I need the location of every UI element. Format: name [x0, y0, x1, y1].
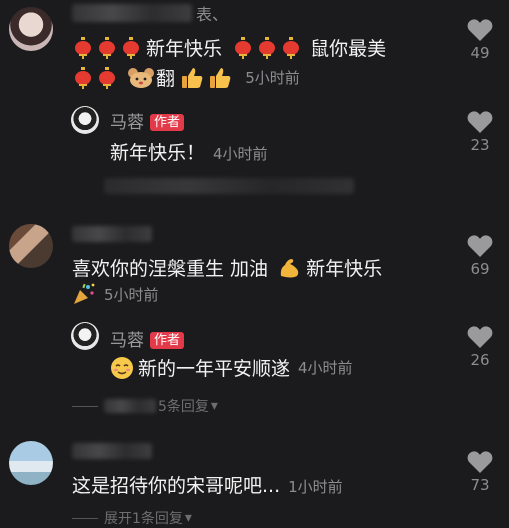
commenter-avatar[interactable]: [9, 7, 53, 51]
comment-text: 喜欢你的涅槃重生 加油 新年快乐: [72, 254, 382, 281]
flexed-biceps-emoji: [280, 258, 299, 277]
chevron-down-icon: ▾: [210, 398, 218, 414]
reply-text: 新年快乐！: [110, 142, 206, 164]
red-lantern-emoji: [75, 36, 91, 59]
comment-time: 1小时前: [288, 478, 343, 496]
comment-time: 5小时前: [245, 69, 300, 87]
commenter-avatar[interactable]: [9, 441, 53, 485]
blurred-reply-expander[interactable]: [104, 178, 354, 194]
author-name-row: 马蓉 作者: [110, 326, 185, 351]
reply-like-button[interactable]: 23: [460, 110, 500, 154]
divider-line: [72, 517, 98, 519]
author-tag: 作者: [150, 332, 185, 349]
author-name-row: 马蓉 作者: [110, 108, 185, 133]
commenter-name-visible: 表、: [196, 5, 229, 24]
comment-text: 这是招待你的宋哥呢吧...: [72, 475, 281, 497]
red-lantern-emoji: [99, 36, 115, 59]
expand-replies-label: 5条回复: [158, 399, 209, 415]
red-lantern-emoji: [123, 36, 139, 59]
comment-meta-row: 5小时前: [72, 282, 159, 306]
author-tag: 作者: [150, 114, 185, 131]
commenter-name-blurred[interactable]: [72, 443, 152, 459]
relieved-face-emoji: [111, 356, 133, 379]
red-lantern-emoji: [259, 36, 276, 59]
like-button[interactable]: 49: [460, 18, 500, 62]
heart-icon: [467, 19, 493, 41]
commenter-name-blurred[interactable]: [72, 4, 192, 22]
author-avatar[interactable]: [71, 322, 99, 350]
comment-text-part-a: 喜欢你的涅槃重生 加油: [72, 258, 269, 280]
like-button[interactable]: 73: [460, 450, 500, 494]
comment-text-row: 这是招待你的宋哥呢吧... 1小时前: [72, 471, 343, 498]
expand-replies-button[interactable]: 5条回复 ▾: [72, 396, 218, 416]
heart-icon: [467, 111, 493, 133]
expand-replies-label: 展开1条回复: [104, 511, 183, 527]
chevron-down-icon: ▾: [184, 510, 192, 526]
like-count: 73: [470, 476, 490, 494]
reply-text-row: 新年快乐！ 4小时前: [110, 138, 268, 165]
thumbs-up-emoji: [182, 67, 203, 88]
reply-time: 4小时前: [213, 145, 268, 163]
reply-text: 新的一年平安顺遂: [138, 358, 291, 380]
heart-icon: [467, 326, 493, 348]
red-lantern-emoji: [75, 66, 91, 89]
thumbs-up-emoji: [210, 67, 231, 88]
divider-line: [72, 405, 98, 407]
author-name[interactable]: 马蓉: [110, 113, 144, 133]
author-name[interactable]: 马蓉: [110, 331, 144, 351]
comment-text-part-a: 新年快乐: [146, 38, 223, 60]
comment-text-part-c: 翻: [156, 68, 176, 90]
reply-like-count: 23: [470, 136, 490, 154]
comment-text-part-b: 鼠你最美: [310, 38, 387, 60]
comment-text: 新年快乐 鼠你最美: [74, 34, 386, 61]
expand-replies-blur: [104, 399, 156, 413]
heart-icon: [467, 235, 493, 257]
reply-like-count: 26: [470, 351, 490, 369]
reply-like-button[interactable]: 26: [460, 325, 500, 369]
party-popper-emoji: [74, 283, 95, 304]
comment-text-part-b: 新年快乐: [306, 258, 383, 280]
comment-time: 5小时前: [104, 285, 159, 304]
expand-replies-button[interactable]: 展开1条回复 ▾: [72, 508, 192, 528]
like-button[interactable]: 69: [460, 234, 500, 278]
like-count: 49: [470, 44, 490, 62]
comment-text-line-2: 翻 5小时前: [74, 64, 300, 91]
heart-icon: [467, 451, 493, 473]
mouse-face-emoji: [128, 67, 155, 88]
reply-time: 4小时前: [298, 359, 353, 377]
red-lantern-emoji: [283, 36, 300, 59]
reply-text-row: 新的一年平安顺遂 4小时前: [110, 354, 353, 381]
red-lantern-emoji: [235, 36, 252, 59]
commenter-name-blurred[interactable]: [72, 226, 152, 242]
like-count: 69: [470, 260, 490, 278]
author-avatar[interactable]: [71, 106, 99, 134]
red-lantern-emoji: [99, 66, 115, 89]
commenter-avatar[interactable]: [9, 224, 53, 268]
